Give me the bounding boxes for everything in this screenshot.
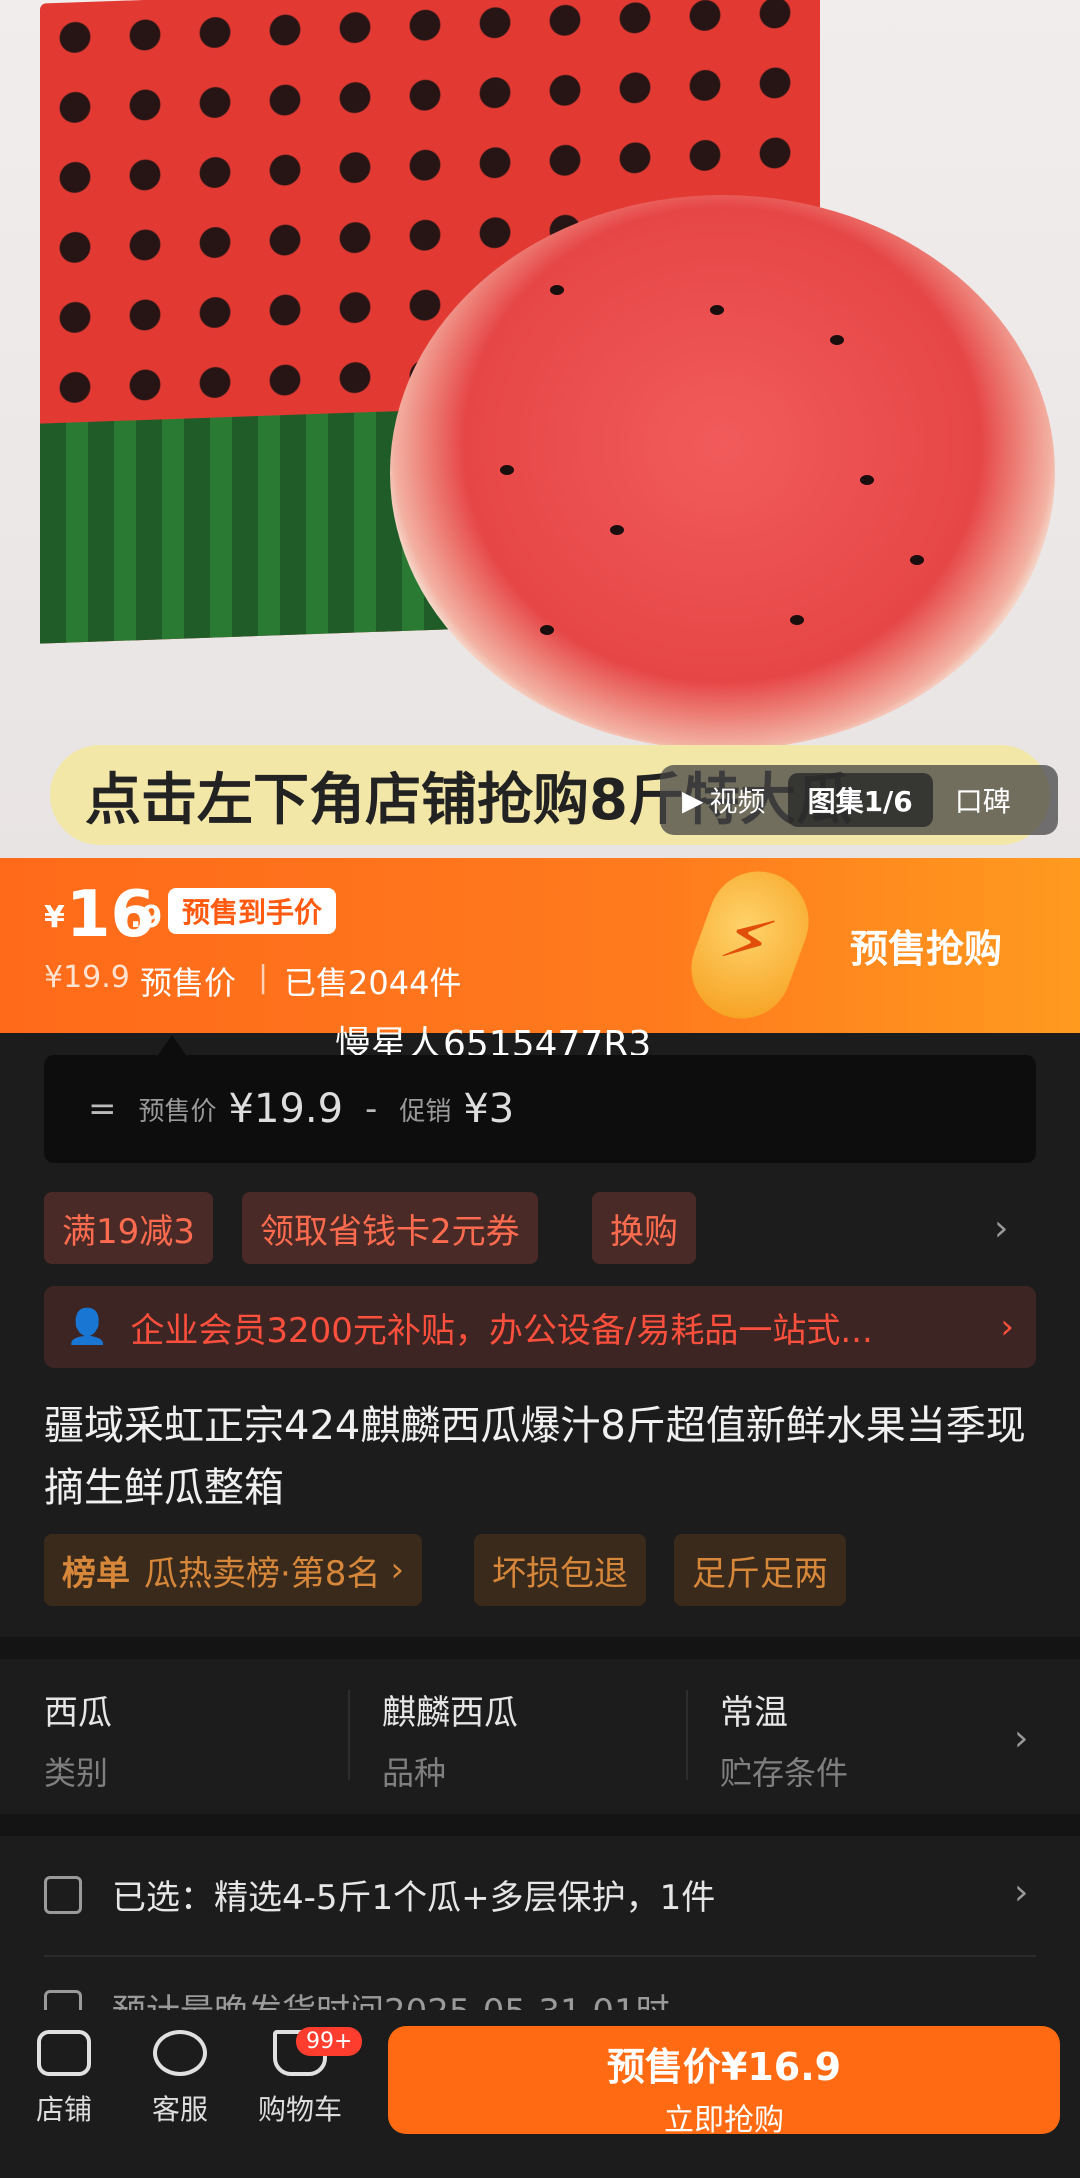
service-badge: 坏损包退 bbox=[474, 1534, 646, 1606]
tab-video[interactable]: ▶ 视频 bbox=[660, 780, 788, 820]
watermelon-image bbox=[390, 195, 1055, 750]
price-tag: 预售到手价 bbox=[168, 888, 337, 934]
equals-sign: = bbox=[88, 1089, 117, 1129]
minus-sign: - bbox=[365, 1089, 378, 1129]
rank-badge[interactable]: 榜单 瓜热卖榜·第8名 › bbox=[44, 1534, 423, 1606]
tab-gallery[interactable]: 图集1/6 bbox=[787, 773, 933, 827]
product-image-carousel[interactable]: 点击左下角店铺抢购8斤特大瓜 ▶ 视频 图集1/6 口碑 bbox=[0, 0, 1080, 858]
rank-label: 榜单 bbox=[62, 1553, 130, 1594]
checklist-icon bbox=[44, 1875, 82, 1914]
shop-button[interactable]: 店铺 bbox=[14, 2030, 114, 2128]
coupon-tag[interactable]: 换购 bbox=[592, 1192, 696, 1264]
price-decimal: .9 bbox=[130, 900, 163, 935]
enterprise-banner[interactable]: 👤 企业会员3200元补贴，办公设备/易耗品一站式... › bbox=[44, 1286, 1036, 1368]
product-title: 疆域采虹正宗424麒麟西瓜爆汁8斤超值新鲜水果当季现摘生鲜瓜整箱 bbox=[44, 1403, 1026, 1511]
separator: | bbox=[258, 960, 269, 995]
play-icon: ▶ bbox=[682, 783, 704, 817]
calc-promo-value: ¥3 bbox=[463, 1086, 515, 1132]
spec-value: 麒麟西瓜 bbox=[382, 1693, 518, 1733]
sold-count: 已售2044件 bbox=[284, 964, 462, 1002]
chevron-right-icon: › bbox=[1000, 1307, 1014, 1347]
user-icon: 👤 bbox=[66, 1307, 109, 1347]
original-price-label: 预售价 bbox=[140, 964, 237, 1002]
rank-text: 瓜热卖榜·第8名 bbox=[144, 1553, 381, 1594]
selected-text: 已选：精选4-5斤1个瓜+多层保护，1件 bbox=[112, 1878, 716, 1918]
media-switcher[interactable]: ▶ 视频 图集1/6 口碑 bbox=[660, 765, 1058, 835]
cart-label: 购物车 bbox=[257, 2093, 342, 2126]
price-currency: ¥ bbox=[44, 900, 65, 935]
chevron-right-icon[interactable]: › bbox=[994, 1208, 1008, 1249]
buy-now-button[interactable]: 预售价¥16.9 立即抢购 bbox=[388, 2026, 1060, 2138]
chat-icon bbox=[153, 2030, 207, 2076]
calc-promo-label: 促销 bbox=[399, 1096, 452, 1127]
chevron-right-icon: › bbox=[1014, 1872, 1029, 1913]
presale-label: 预售抢购 bbox=[850, 927, 1003, 971]
buy-price: 预售价¥16.9 bbox=[606, 2045, 842, 2089]
spec-divider bbox=[348, 1690, 350, 1780]
coupon-tag[interactable]: 领取省钱卡2元券 bbox=[242, 1192, 538, 1264]
section-divider bbox=[0, 1814, 1080, 1836]
spec-value: 西瓜 bbox=[44, 1693, 112, 1733]
chevron-right-icon: › bbox=[1014, 1718, 1029, 1759]
calc-pre-value: ¥19.9 bbox=[228, 1086, 344, 1132]
selected-option-row[interactable]: 已选：精选4-5斤1个瓜+多层保护，1件 bbox=[44, 1870, 715, 1919]
row-divider bbox=[44, 1955, 1036, 1957]
enterprise-text: 企业会员3200元补贴，办公设备/易耗品一站式... bbox=[130, 1310, 873, 1351]
spec-label: 品种 bbox=[382, 1754, 447, 1792]
calc-pre-label: 预售价 bbox=[138, 1096, 217, 1127]
buy-label: 立即抢购 bbox=[664, 2103, 784, 2138]
service-badge: 足斤足两 bbox=[674, 1534, 846, 1606]
spec-label: 贮存条件 bbox=[720, 1754, 849, 1792]
original-price: ¥19.9 bbox=[44, 960, 130, 995]
calc-caret bbox=[158, 1035, 186, 1055]
cart-count-badge: 99+ bbox=[296, 2027, 363, 2056]
customer-service-button[interactable]: 客服 bbox=[130, 2030, 230, 2128]
spec-value: 常温 bbox=[720, 1693, 788, 1733]
spec-label: 类别 bbox=[44, 1754, 109, 1792]
shop-label: 店铺 bbox=[35, 2093, 92, 2126]
spec-divider bbox=[686, 1690, 688, 1780]
price-calculation: = 预售价 ¥19.9 - 促销 ¥3 bbox=[44, 1055, 1036, 1163]
service-label: 客服 bbox=[151, 2093, 208, 2126]
section-divider bbox=[0, 1637, 1080, 1659]
spec-row[interactable] bbox=[0, 1659, 1080, 1814]
store-icon bbox=[37, 2030, 91, 2076]
coupon-tag[interactable]: 满19减3 bbox=[44, 1192, 213, 1264]
tab-reviews[interactable]: 口碑 bbox=[933, 780, 1033, 820]
chevron-right-icon: › bbox=[390, 1550, 405, 1590]
